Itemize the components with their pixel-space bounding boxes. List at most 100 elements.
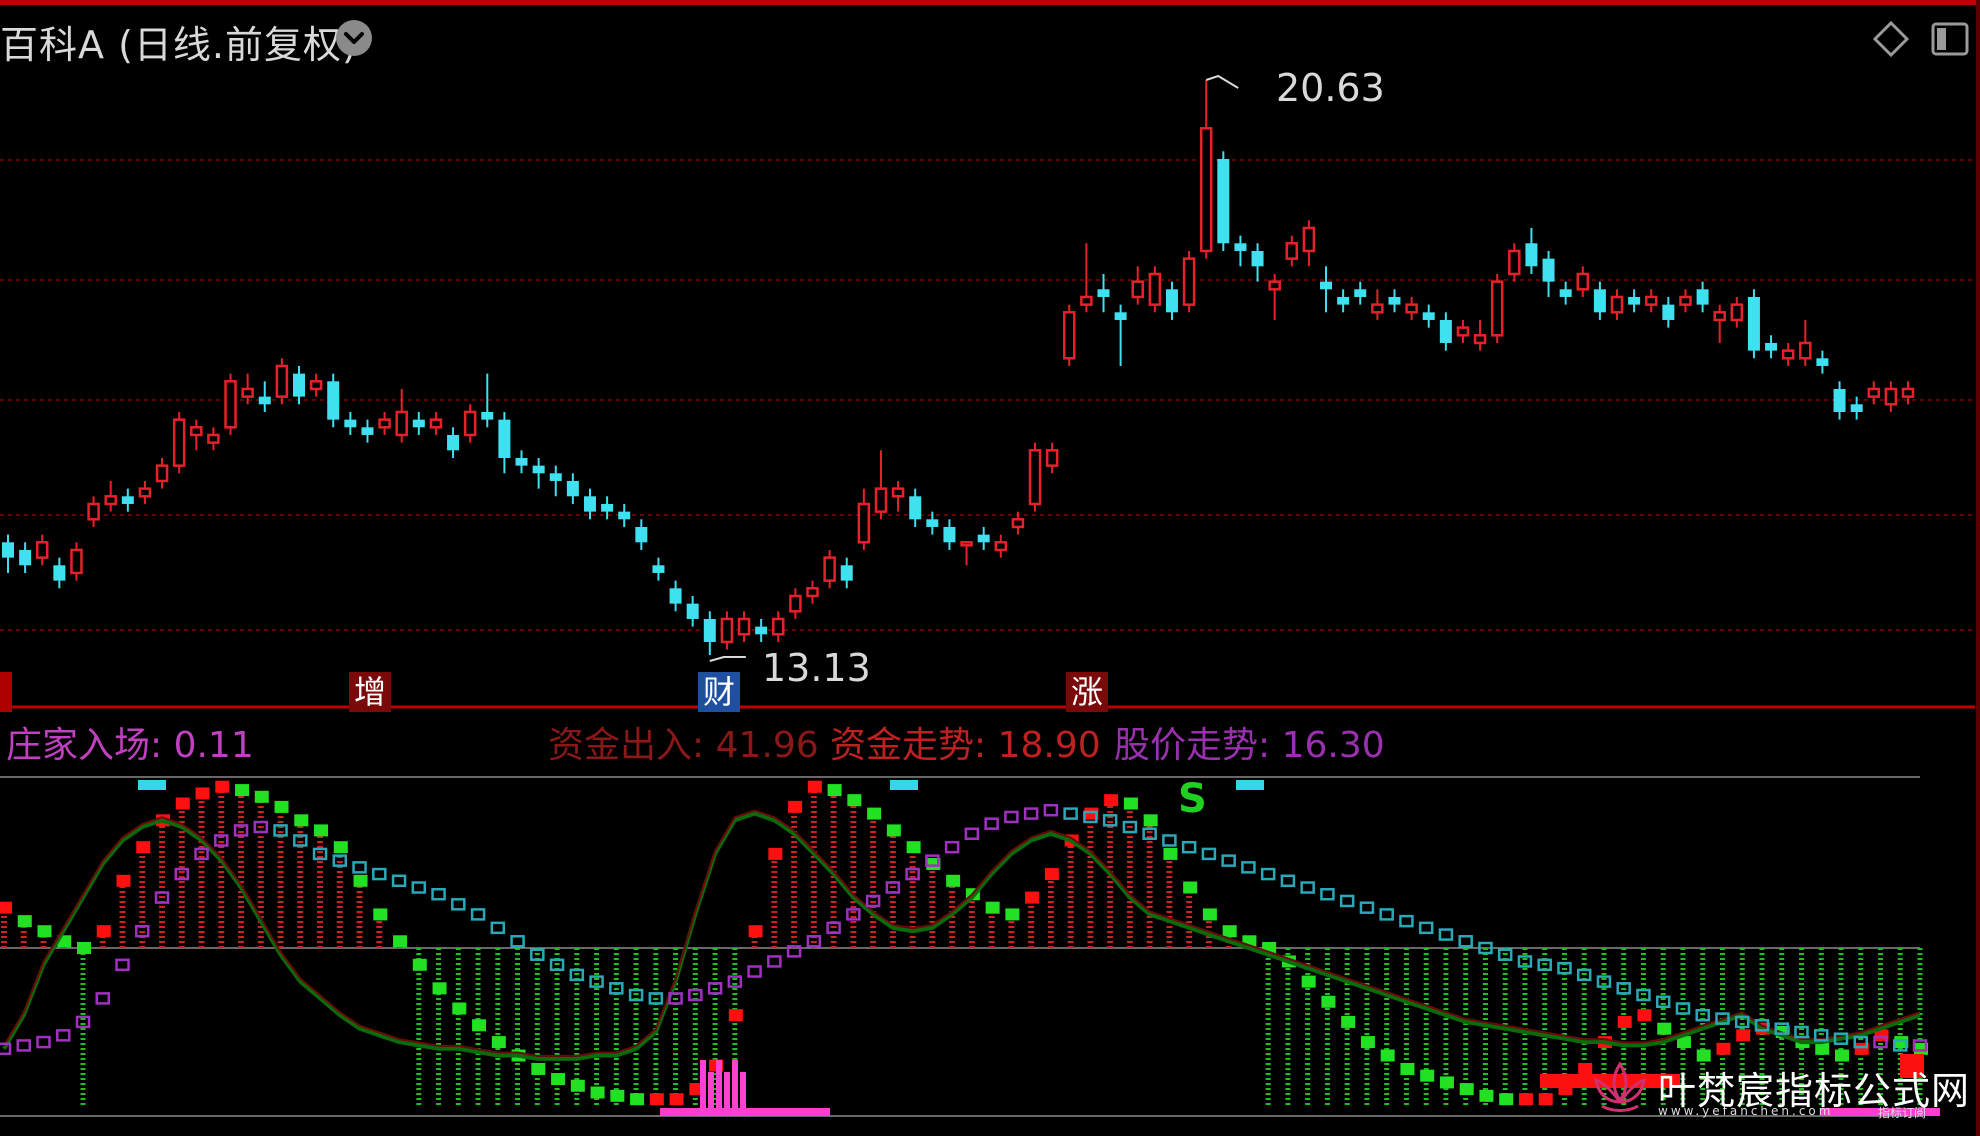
watermark-url: www.yefanchen.com xyxy=(1658,1104,1834,1118)
price-trend-marker xyxy=(1280,874,1296,888)
panel-toggle-button[interactable] xyxy=(1930,20,1970,58)
price-trend-marker xyxy=(1043,803,1059,817)
fund-trend-block xyxy=(1123,797,1138,810)
fund-trend-block xyxy=(432,982,447,995)
fund-trend-block xyxy=(1341,1015,1356,1028)
watermark-sub: 指标订阅 xyxy=(1878,1106,1927,1120)
price-trend-marker xyxy=(1379,908,1394,921)
price-trend-marker xyxy=(1023,807,1039,820)
price-trend-marker xyxy=(984,817,999,830)
diamond-button[interactable] xyxy=(1872,20,1910,58)
price-trend-marker xyxy=(95,992,111,1005)
period-dropdown-button[interactable] xyxy=(336,20,372,56)
fund-trend-block xyxy=(669,1093,684,1106)
price-trend-marker xyxy=(16,1039,32,1052)
fund-trend-block xyxy=(1104,794,1119,807)
chevron-down-icon xyxy=(344,32,364,44)
fund-trend-block xyxy=(551,1073,566,1086)
price-trend-marker xyxy=(411,881,427,894)
price-trend-marker xyxy=(1399,914,1414,928)
low-price-label: 13.13 xyxy=(762,646,871,690)
price-trend-marker xyxy=(944,840,960,854)
fund-trend-block xyxy=(1222,925,1237,938)
price-trend-marker xyxy=(1201,847,1217,861)
price-trend-marker xyxy=(1063,807,1078,820)
entry-bar xyxy=(740,1072,746,1116)
zijin-churu-label: 资金出入: 41.96 xyxy=(548,725,819,766)
price-trend-marker xyxy=(56,1029,71,1042)
price-trend-marker xyxy=(372,867,387,881)
fund-trend-block xyxy=(1479,1089,1494,1102)
fund-trend-block xyxy=(788,800,803,813)
fund-trend-block xyxy=(373,908,388,921)
fund-trend-block xyxy=(37,925,52,938)
fund-trend-block xyxy=(1459,1083,1474,1096)
price-trend-marker xyxy=(1260,867,1276,881)
indicator-chart[interactable] xyxy=(0,0,1980,1136)
fund-trend-block xyxy=(412,958,427,971)
fund-trend-block xyxy=(452,1002,467,1015)
price-trend-marker xyxy=(1221,854,1236,867)
fund-trend-block xyxy=(294,814,309,827)
high-price-label: 20.63 xyxy=(1276,66,1385,110)
diamond-icon xyxy=(1872,20,1910,58)
fund-trend-block xyxy=(768,847,783,860)
fund-trend-block xyxy=(906,841,921,854)
entry-bar xyxy=(732,1060,738,1116)
fund-trend-block xyxy=(1143,814,1158,827)
fund-trend-block xyxy=(1400,1062,1415,1075)
fund-trend-block xyxy=(333,841,348,854)
price-trend-marker xyxy=(1438,928,1454,941)
price-trend-marker xyxy=(1418,921,1434,935)
fund-trend-block xyxy=(136,841,151,854)
fund-trend-block xyxy=(1657,1022,1672,1035)
event-badge-cut[interactable] xyxy=(0,672,12,712)
peak-signal-mark xyxy=(1236,780,1264,790)
price-trend-marker xyxy=(490,921,506,935)
fund-trend-block xyxy=(215,780,230,793)
signal-s-label: S xyxy=(1178,776,1207,822)
fund-trend-block xyxy=(17,915,32,928)
gujia-zoushi-label: 股价走势: 16.30 xyxy=(1114,725,1385,766)
fund-trend-block xyxy=(0,901,12,914)
fund-trend-block xyxy=(610,1089,625,1102)
price-trend-marker xyxy=(1458,935,1473,948)
event-badge-cai[interactable]: 财 xyxy=(698,672,740,712)
fund-trend-block xyxy=(195,787,210,800)
fund-trend-block xyxy=(827,784,842,797)
entry-bar xyxy=(724,1072,730,1116)
fund-trend-block xyxy=(1163,847,1178,860)
fund-trend-block xyxy=(1025,891,1040,904)
fund-trend-block xyxy=(1360,1036,1375,1049)
price-trend-marker xyxy=(1320,887,1335,901)
price-trend-marker xyxy=(352,861,367,874)
price-trend-marker xyxy=(1004,810,1019,824)
fund-trend-block xyxy=(274,800,289,813)
fund-trend-block xyxy=(886,824,901,837)
fund-trend-block xyxy=(314,824,329,837)
fund-trend-block xyxy=(235,784,250,797)
fund-trend-block xyxy=(491,1036,506,1049)
fund-trend-block xyxy=(1518,1093,1533,1106)
fund-trend-block xyxy=(1617,1015,1632,1028)
fund-trend-block xyxy=(1005,908,1020,921)
event-badge-zeng[interactable]: 增 xyxy=(349,672,391,712)
fund-trend-block xyxy=(1202,908,1217,921)
zijin-zoushi-label: 资金走势: 18.90 xyxy=(830,725,1101,766)
fund-trend-block xyxy=(807,780,822,793)
event-badge-zhang[interactable]: 涨 xyxy=(1066,672,1108,712)
entry-bar xyxy=(700,1060,706,1116)
price-trend-marker xyxy=(451,898,466,911)
fund-trend-block xyxy=(1380,1049,1395,1062)
fund-trend-block xyxy=(1301,975,1316,988)
price-trend-marker xyxy=(1300,881,1315,894)
fund-trend-block xyxy=(649,1093,664,1106)
fund-trend-block xyxy=(570,1079,585,1092)
fund-trend-block xyxy=(728,1009,743,1022)
price-trend-marker xyxy=(1339,894,1355,908)
zhuangjia-label: 庄家入场: 0.11 xyxy=(6,725,254,766)
peak-signal-mark xyxy=(138,780,166,790)
fund-trend-block xyxy=(353,874,368,887)
fund-trend-block xyxy=(985,901,1000,914)
fund-trend-block xyxy=(531,1062,546,1075)
